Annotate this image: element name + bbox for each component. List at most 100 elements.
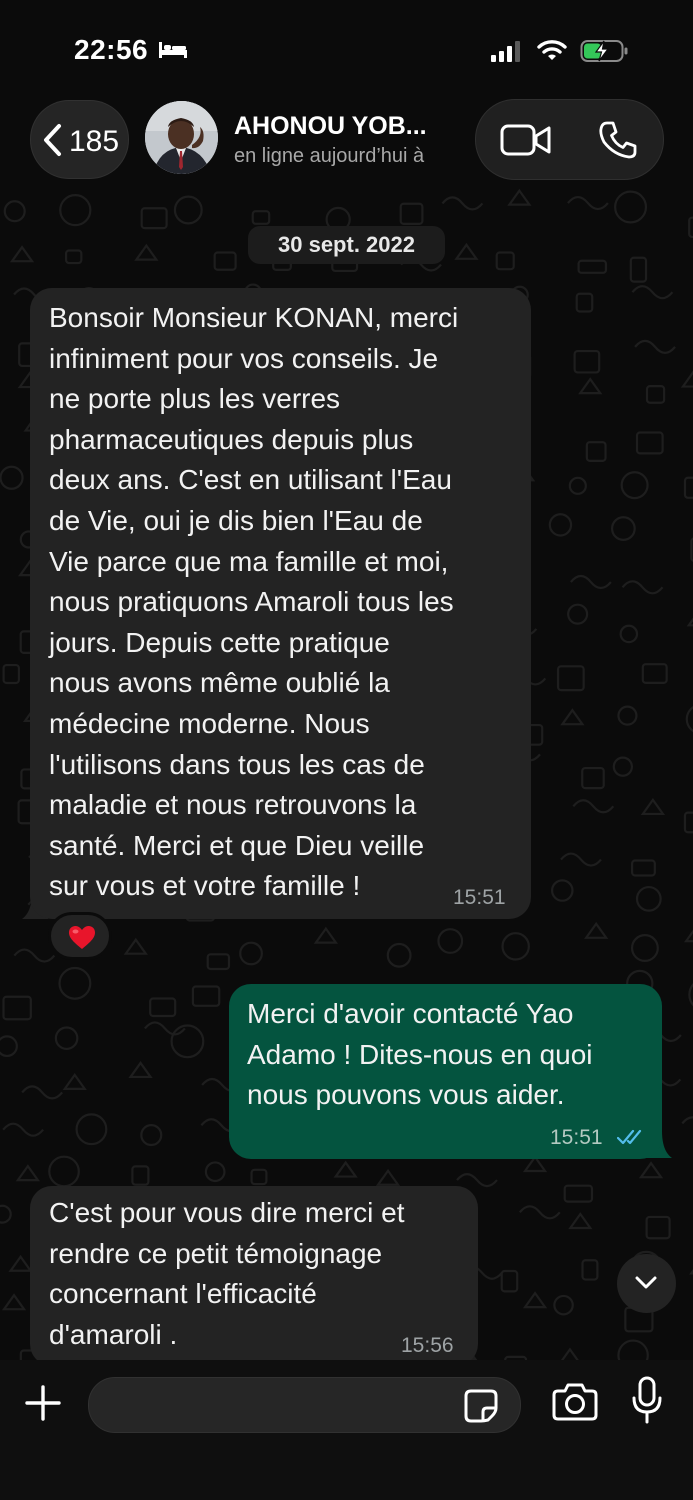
camera-icon[interactable] bbox=[552, 1382, 598, 1422]
wallpaper-doodle bbox=[173, 195, 203, 225]
wallpaper-doodle bbox=[58, 966, 92, 1000]
wallpaper-doodle bbox=[456, 1173, 498, 1188]
message-input-box[interactable] bbox=[88, 1377, 521, 1433]
wallpaper-doodle bbox=[62, 1072, 87, 1090]
wallpaper-doodle bbox=[681, 1116, 693, 1125]
wallpaper-doodle bbox=[21, 1085, 64, 1100]
wallpaper-doodle bbox=[399, 202, 424, 225]
date-separator: 30 sept. 2022 bbox=[248, 226, 445, 264]
wallpaper-doodle bbox=[553, 1294, 574, 1316]
wallpaper-doodle bbox=[15, 1164, 41, 1182]
wallpaper-doodle bbox=[635, 431, 664, 455]
wallpaper-doodle bbox=[556, 665, 585, 692]
chevron-down-icon bbox=[635, 1276, 657, 1289]
wallpaper-doodle bbox=[631, 285, 674, 300]
message-text: C'est pour vous dire merci et rendre ce … bbox=[49, 1197, 405, 1350]
wallpaper-doodle bbox=[621, 580, 664, 595]
status-time: 22:56 bbox=[74, 34, 149, 65]
wallpaper-doodle bbox=[239, 941, 263, 966]
wallpaper-doodle bbox=[495, 251, 515, 271]
wallpaper-doodle bbox=[13, 948, 56, 963]
microphone-icon[interactable] bbox=[632, 1376, 662, 1426]
wallpaper-doodle bbox=[638, 1161, 664, 1179]
wallpaper-doodle bbox=[204, 1161, 226, 1183]
signal-icon bbox=[491, 41, 520, 62]
phone-call-icon[interactable] bbox=[598, 120, 638, 160]
wallpaper-doodle bbox=[64, 249, 83, 265]
video-call-icon[interactable] bbox=[500, 122, 552, 158]
wallpaper-doodle bbox=[333, 1160, 358, 1178]
call-actions bbox=[475, 99, 664, 180]
battery-charging-icon bbox=[580, 40, 628, 62]
wallpaper-doodle bbox=[645, 1215, 671, 1240]
chevron-left-icon bbox=[44, 124, 61, 156]
wallpaper-doodle bbox=[685, 705, 693, 733]
wallpaper-doodle bbox=[375, 1168, 401, 1186]
wallpaper-doodle bbox=[575, 292, 594, 313]
wallpaper-doodle bbox=[612, 756, 634, 777]
wallpaper-doodle bbox=[134, 243, 159, 261]
wallpaper-doodle bbox=[454, 242, 479, 260]
wallpaper-doodle bbox=[560, 708, 585, 726]
wallpaper-doodle bbox=[686, 617, 693, 627]
plus-icon[interactable] bbox=[25, 1385, 61, 1421]
wallpaper-doodle bbox=[584, 921, 609, 939]
wallpaper-doodle bbox=[551, 879, 574, 902]
wallpaper-doodle bbox=[585, 441, 607, 462]
wallpaper-doodle bbox=[9, 245, 35, 263]
message-input[interactable] bbox=[107, 1388, 451, 1424]
wallpaper-doodle bbox=[620, 471, 649, 500]
wallpaper-doodle bbox=[191, 985, 221, 1007]
wallpaper-doodle bbox=[2, 1122, 44, 1137]
wallpaper-doodle bbox=[522, 1155, 548, 1173]
contact-name[interactable]: AHONOU YOB... bbox=[234, 112, 454, 141]
wallpaper-doodle bbox=[437, 928, 464, 954]
message-composer bbox=[0, 1360, 693, 1500]
reaction-badge[interactable] bbox=[48, 912, 112, 960]
wallpaper-doodle bbox=[581, 1259, 599, 1281]
wallpaper-doodle bbox=[250, 1168, 268, 1186]
wallpaper-doodle bbox=[619, 624, 639, 644]
wallpaper-doodle bbox=[645, 384, 666, 404]
wallpaper-doodle bbox=[1, 1293, 27, 1311]
incoming-message[interactable]: Bonsoir Monsieur KONAN, merci infiniment… bbox=[30, 288, 531, 919]
wallpaper-doodle bbox=[578, 377, 603, 395]
wallpaper-doodle bbox=[149, 997, 177, 1018]
wallpaper-doodle bbox=[683, 811, 693, 834]
status-bar: 22:56 bbox=[0, 0, 693, 95]
wallpaper-doodle bbox=[629, 256, 648, 283]
wallpaper-doodle bbox=[683, 929, 693, 943]
read-receipt-icon bbox=[617, 1129, 642, 1145]
wallpaper-doodle bbox=[610, 516, 636, 541]
wallpaper-doodle bbox=[0, 1204, 12, 1224]
wallpaper-doodle bbox=[518, 1205, 561, 1220]
message-time: 15:51 bbox=[550, 1126, 603, 1149]
back-button[interactable]: 185 bbox=[30, 100, 129, 179]
wallpaper-doodle bbox=[0, 1035, 18, 1058]
unread-count: 185 bbox=[69, 125, 120, 158]
sticker-icon[interactable] bbox=[463, 1388, 499, 1424]
contact-avatar[interactable] bbox=[145, 101, 218, 174]
wallpaper-doodle bbox=[213, 251, 237, 271]
wallpaper-doodle bbox=[522, 1291, 548, 1309]
message-text: Bonsoir Monsieur KONAN, merci infiniment… bbox=[49, 302, 459, 902]
wallpaper-doodle bbox=[8, 1254, 33, 1272]
wifi-icon bbox=[537, 40, 567, 60]
avatar-photo bbox=[145, 101, 218, 174]
wallpaper-doodle bbox=[206, 953, 231, 971]
chat-header: 185 AHONOU YOB... en ligne aujourd’hui à bbox=[0, 95, 693, 200]
wallpaper-doodle bbox=[683, 476, 693, 499]
wallpaper-doodle bbox=[630, 934, 659, 962]
wallpaper-doodle bbox=[75, 1113, 108, 1146]
wallpaper-doodle bbox=[572, 799, 615, 814]
wallpaper-doodle bbox=[140, 1124, 163, 1147]
bed-icon bbox=[159, 42, 187, 58]
wallpaper-doodle bbox=[635, 885, 662, 912]
wallpaper-doodle bbox=[123, 937, 148, 955]
wallpaper-doodle bbox=[131, 1165, 150, 1186]
wallpaper-doodle bbox=[548, 513, 573, 537]
wallpaper-doodle bbox=[680, 370, 693, 388]
wallpaper-doodle bbox=[251, 210, 271, 225]
wallpaper-doodle bbox=[568, 476, 587, 495]
scroll-to-bottom-button[interactable] bbox=[617, 1254, 676, 1313]
